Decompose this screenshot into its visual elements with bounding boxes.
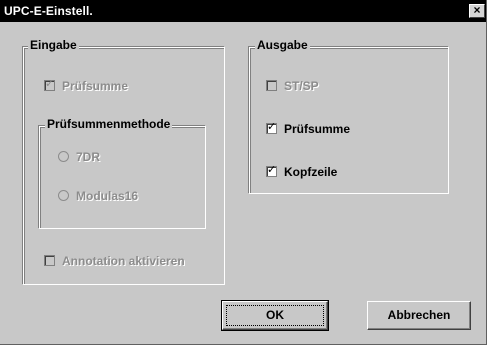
checkbox-box (266, 80, 277, 91)
checkbox-box: ✓ (266, 164, 277, 177)
check-mark-icon: ✓ (45, 78, 55, 90)
radio-modulas16-label: Modulas16 (76, 189, 139, 203)
dialog-window: UPC-E-Einstell. × Eingabe ✓ Prüfsumme Pr… (0, 0, 487, 345)
radio-circle (58, 190, 69, 201)
ausgabe-pruefsumme-label: Prüfsumme (284, 122, 351, 136)
radio-circle (58, 151, 69, 162)
eingabe-legend: Eingabe (28, 38, 79, 52)
checkbox-box: ✓ (44, 78, 55, 91)
window-title: UPC-E-Einstell. (4, 4, 93, 18)
close-button[interactable]: × (469, 4, 485, 18)
ausgabe-legend: Ausgabe (255, 38, 310, 52)
ausgabe-group (249, 47, 449, 194)
st-sp-label: ST/SP (284, 79, 319, 93)
check-mark-icon: ✓ (267, 121, 277, 133)
close-icon: × (473, 3, 481, 17)
checkbox-box: ✓ (266, 121, 277, 134)
eingabe-pruefsumme-label: Prüfsumme (62, 79, 129, 93)
check-mark-icon: ✓ (267, 164, 277, 176)
ok-button-label: OK (266, 308, 284, 322)
checkbox-box (44, 255, 55, 266)
pruefsummenmethode-legend: Prüfsummenmethode (45, 117, 173, 131)
annotation-label: Annotation aktivieren (62, 254, 185, 268)
title-bar: UPC-E-Einstell. × (0, 0, 486, 22)
kopfzeile-label: Kopfzeile (284, 165, 338, 179)
ok-button[interactable]: OK (221, 300, 329, 331)
cancel-button-label: Abbrechen (387, 308, 451, 322)
pruefsummenmethode-group (39, 126, 206, 229)
cancel-button[interactable]: Abbrechen (367, 301, 471, 330)
radio-7dr-label: 7DR (76, 150, 101, 164)
